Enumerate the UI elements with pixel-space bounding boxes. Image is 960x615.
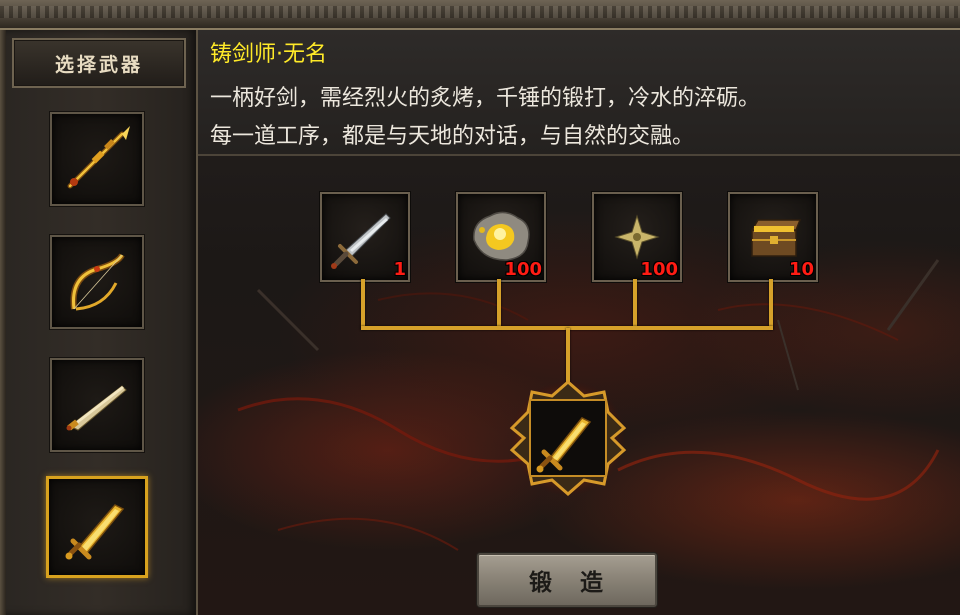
top-frame-border [0,0,960,30]
material-count: 1 [393,259,406,280]
golden-greatsword-icon [65,504,125,560]
golden-spear-icon [67,126,130,189]
material-count: 100 [640,259,678,280]
material-slot-shuriken[interactable]: 100 [592,192,682,282]
sidebar-edge [0,30,6,615]
weapon-slot-blade[interactable] [50,358,144,452]
forge-button[interactable]: 锻 造 [477,553,657,607]
connector-line [497,279,501,329]
golden-greatsword-icon [536,417,592,473]
golden-bow-icon [70,253,125,311]
npc-title: 铸剑师·无名 [210,42,327,67]
material-slot-sword[interactable]: 1 [320,192,410,282]
golden-blade-icon [66,385,127,431]
connector-line [633,279,637,329]
weapon-slot-spear[interactable] [50,112,144,206]
material-slot-gold-ore[interactable]: 100 [456,192,546,282]
weapon-slot-greatsword[interactable] [46,476,148,578]
connector-line [769,279,773,329]
material-count: 100 [504,259,542,280]
weapon-slot-bow[interactable] [50,235,144,329]
select-weapon-title: 选择武器 [12,38,186,88]
description-line-1: 一柄好剑，需经烈火的炙烤，千锤的锻打，冷水的淬砺。 [210,86,761,111]
description-panel: 铸剑师·无名 一柄好剑，需经烈火的炙烤，千锤的锻打，冷水的淬砺。 每一道工序，都… [198,30,960,156]
material-count: 10 [788,259,814,280]
result-slot[interactable] [508,378,628,498]
connector-line [361,279,365,329]
material-slot-chest[interactable]: 10 [728,192,818,282]
connector-line [566,328,570,384]
description-line-2: 每一道工序，都是与天地的对话，与自然的交融。 [210,124,695,149]
